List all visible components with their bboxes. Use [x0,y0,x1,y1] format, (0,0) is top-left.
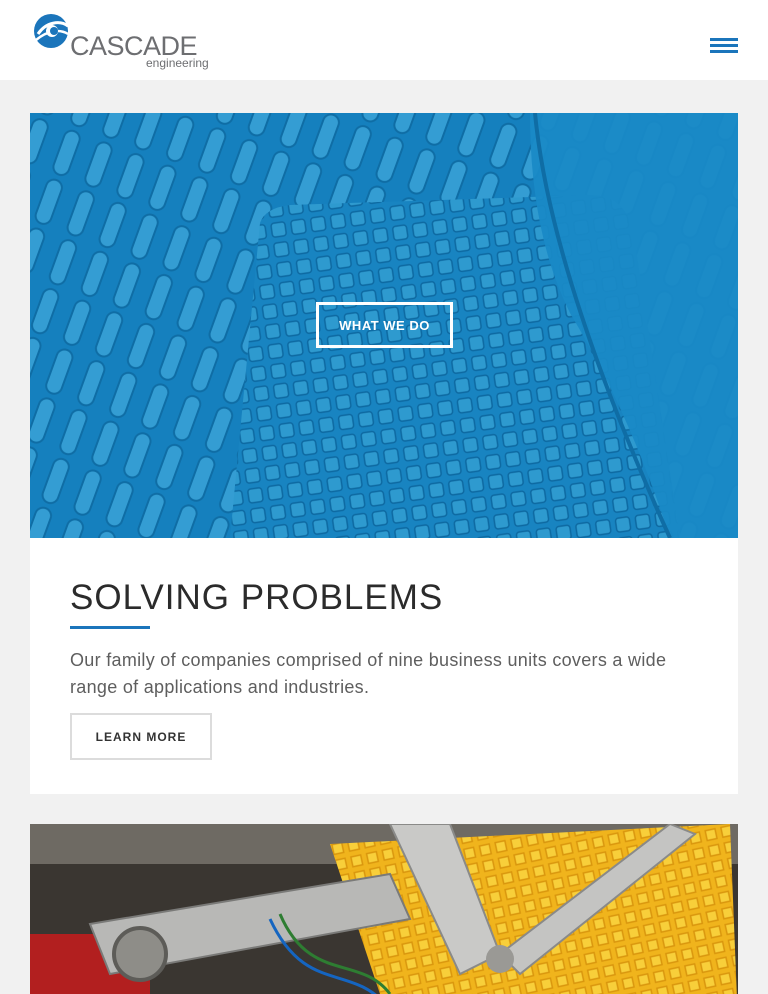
logo-subtitle: engineering [146,56,209,70]
what-we-do-button[interactable]: WHAT WE DO [316,302,453,348]
section-title: SOLVING PROBLEMS [70,578,444,617]
title-underline [70,626,150,629]
cascade-logo[interactable]: CASCADE engineering [32,12,214,72]
section-description: Our family of companies comprised of nin… [70,650,667,697]
robotics-card [30,824,738,994]
robotic-arm-image [30,824,738,994]
globe-logo-icon [34,14,69,48]
hero-image: WHAT WE DO [30,113,738,538]
hamburger-menu-icon[interactable] [706,36,742,58]
solving-problems-card: WHAT WE DO SOLVING PROBLEMS Our family o… [30,113,738,794]
learn-more-button[interactable]: LEARN MORE [70,713,212,760]
card-body: SOLVING PROBLEMS Our family of companies… [70,578,700,760]
site-header: CASCADE engineering [0,0,768,80]
